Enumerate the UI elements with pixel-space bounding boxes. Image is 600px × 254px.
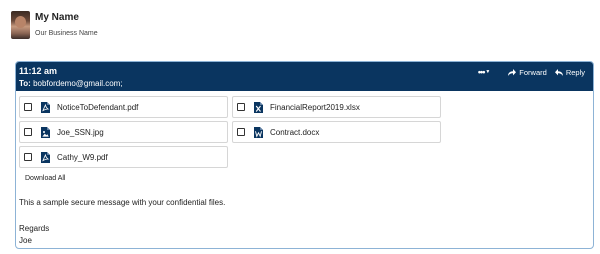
attachment-item[interactable]: Contract.docx [232, 121, 441, 143]
forward-button[interactable]: Forward [508, 68, 547, 77]
excel-file-icon [254, 101, 263, 113]
attachment-item[interactable]: Cathy_W9.pdf [19, 146, 228, 168]
message-header-bar: 11:12 am To: bobfordemo@gmail.com; ••• ▼… [16, 62, 593, 91]
more-dots-icon: ••• [477, 67, 486, 77]
download-all-link[interactable]: Download All [25, 175, 65, 182]
message-actions: ••• ▼ Forward Reply [478, 67, 585, 77]
attachment-name: FinancialReport2019.xlsx [270, 102, 360, 112]
forward-icon [508, 68, 517, 76]
reply-label: Reply [565, 67, 585, 77]
attachment-name: Cathy_W9.pdf [57, 152, 108, 162]
forward-label: Forward [519, 67, 547, 77]
closing-text: Regards [19, 224, 50, 233]
sender-header: My Name Our Business Name [11, 11, 98, 41]
business-name: Our Business Name [35, 30, 98, 37]
avatar [11, 11, 30, 39]
more-options-button[interactable]: ••• ▼ [478, 67, 490, 77]
attachment-checkbox[interactable] [24, 128, 32, 136]
attachment-checkbox[interactable] [24, 153, 32, 161]
attachment-checkbox[interactable] [237, 128, 245, 136]
attachment-checkbox[interactable] [237, 103, 245, 111]
sender-info: My Name Our Business Name [35, 11, 98, 38]
attachment-name: Joe_SSN.jpg [57, 127, 104, 137]
pdf-file-icon [41, 151, 50, 163]
message-card: 11:12 am To: bobfordemo@gmail.com; ••• ▼… [15, 61, 594, 249]
attachment-name: Contract.docx [270, 127, 320, 137]
message-closing: Regards Joe [19, 223, 49, 247]
caret-down-icon: ▼ [485, 69, 491, 75]
attachment-item[interactable]: Joe_SSN.jpg [19, 121, 228, 143]
recipient-line: To: bobfordemo@gmail.com; [19, 79, 123, 88]
word-file-icon [254, 126, 263, 138]
sender-name: My Name [35, 12, 79, 23]
attachment-name: NoticeToDefendant.pdf [57, 102, 139, 112]
attachment-item[interactable]: FinancialReport2019.xlsx [232, 96, 441, 118]
attachment-checkbox[interactable] [24, 103, 32, 111]
pdf-file-icon [41, 101, 50, 113]
message-time: 11:12 am [19, 66, 58, 76]
recipient-email: bobfordemo@gmail.com; [30, 79, 123, 88]
message-body: This a sample secure message with your c… [19, 198, 226, 207]
image-file-icon [41, 126, 50, 138]
signature-text: Joe [19, 236, 32, 245]
attachment-item[interactable]: NoticeToDefendant.pdf [19, 96, 228, 118]
reply-icon [554, 68, 563, 76]
reply-button[interactable]: Reply [554, 67, 585, 77]
to-label: To: [19, 79, 31, 88]
